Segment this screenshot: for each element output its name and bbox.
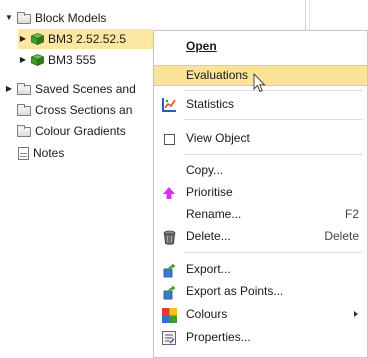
menu-item-label: Statistics xyxy=(186,97,235,111)
menu-item-label: Export... xyxy=(186,262,231,276)
tree-item-label: BM3 2.52.52.5 xyxy=(48,32,127,46)
menu-item-delete[interactable]: Delete... Delete xyxy=(154,226,367,247)
checkbox-icon[interactable] xyxy=(161,131,177,147)
menu-item-export[interactable]: Export... xyxy=(154,259,367,280)
statistics-icon xyxy=(161,97,177,113)
arrow-up-icon xyxy=(161,185,177,201)
menu-item-statistics[interactable]: Statistics xyxy=(154,94,367,115)
menu-item-label: Copy... xyxy=(186,163,224,177)
properties-icon xyxy=(161,330,177,346)
menu-separator xyxy=(184,252,363,253)
folder-icon xyxy=(17,12,31,24)
menu-item-copy[interactable]: Copy... xyxy=(154,160,367,181)
expand-arrow-icon[interactable]: ▶ xyxy=(4,79,14,99)
tree-item-notes[interactable]: Notes xyxy=(18,143,64,163)
menu-item-label: Properties... xyxy=(186,330,251,344)
tree-item-cross-sections[interactable]: Cross Sections an xyxy=(17,100,132,120)
shortcut-label: Delete xyxy=(324,229,359,243)
shortcut-label: F2 xyxy=(344,207,359,221)
block-model-icon xyxy=(31,54,44,66)
menu-item-prioritise[interactable]: Prioritise xyxy=(154,182,367,203)
colours-icon xyxy=(161,307,177,323)
folder-icon xyxy=(17,125,31,137)
tree-item-bm3-555[interactable]: ▶ BM3 555 xyxy=(18,50,96,70)
menu-item-view-object[interactable]: View Object xyxy=(154,128,367,149)
folder-icon xyxy=(17,104,31,116)
submenu-arrow-icon xyxy=(354,311,358,317)
export-icon xyxy=(161,262,177,278)
notes-icon xyxy=(18,146,29,160)
menu-item-label: Open xyxy=(186,39,217,53)
menu-item-rename[interactable]: Rename... F2 xyxy=(154,204,367,225)
folder-icon xyxy=(17,83,31,95)
trash-icon xyxy=(161,229,177,245)
menu-item-label: Colours xyxy=(186,307,228,321)
expand-arrow-icon[interactable]: ▶ xyxy=(18,50,28,70)
menu-item-label: Export as Points... xyxy=(186,284,284,298)
menu-item-label: Evaluations xyxy=(186,68,249,82)
expand-arrow-icon[interactable]: ▶ xyxy=(18,29,28,49)
menu-item-label: Prioritise xyxy=(186,185,233,199)
menu-item-label: Rename... xyxy=(186,207,242,221)
menu-item-label: Delete... xyxy=(186,229,231,243)
export-icon xyxy=(161,284,177,300)
collapse-arrow-icon[interactable]: ▼ xyxy=(4,8,14,28)
menu-item-label: View Object xyxy=(186,131,250,145)
menu-separator xyxy=(184,154,363,155)
tree-item-label: Colour Gradients xyxy=(35,124,126,138)
tree-item-label: Notes xyxy=(33,146,65,160)
menu-separator xyxy=(184,119,363,120)
mouse-pointer-icon xyxy=(253,73,266,93)
tree-item-label: Saved Scenes and xyxy=(35,82,136,96)
tree-item-label: BM3 555 xyxy=(48,53,97,67)
menu-item-properties[interactable]: Properties... xyxy=(154,327,367,348)
block-model-icon xyxy=(31,33,44,45)
tree-item-saved-scenes[interactable]: ▶ Saved Scenes and xyxy=(4,79,136,99)
tree-item-colour-gradients[interactable]: Colour Gradients xyxy=(17,121,126,141)
menu-item-colours[interactable]: Colours xyxy=(154,304,367,325)
menu-item-export-as-points[interactable]: Export as Points... xyxy=(154,281,367,302)
menu-item-open[interactable]: Open xyxy=(154,36,367,57)
tree-item-block-models[interactable]: ▼ Block Models xyxy=(4,8,106,28)
tree-item-bm3-2525[interactable]: ▶ BM3 2.52.52.5 xyxy=(18,29,153,49)
tree-item-label: Cross Sections an xyxy=(35,103,133,117)
menu-separator xyxy=(184,90,363,91)
tree-item-label: Block Models xyxy=(35,11,107,25)
